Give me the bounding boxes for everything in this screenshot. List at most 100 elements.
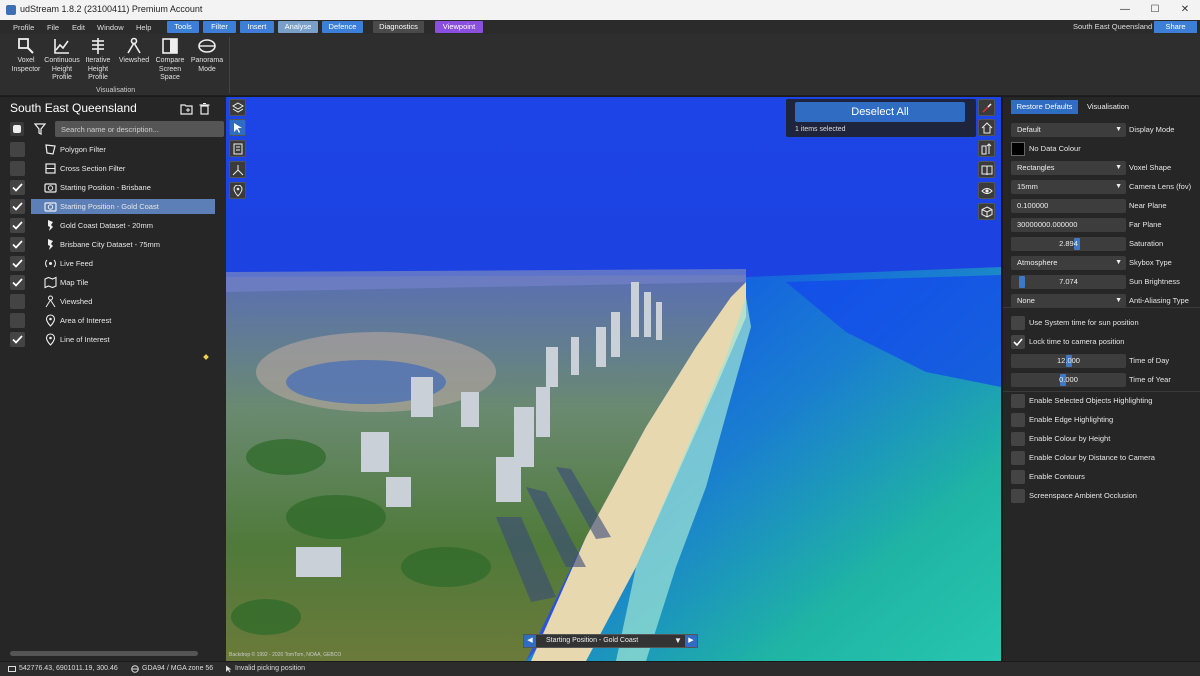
menu-profile[interactable]: Profile [13,22,34,33]
visibility-checkbox[interactable] [10,218,25,233]
scene-item[interactable]: Gold Coast Dataset - 20mm [10,218,216,235]
layers-tool[interactable] [229,99,246,116]
book-tool[interactable] [978,161,995,178]
no-data-colour-swatch[interactable] [1011,142,1025,156]
deselect-all-button[interactable]: Deselect All [795,102,965,122]
tab-visualisation[interactable]: Visualisation [1083,100,1133,114]
time-of-year-slider[interactable]: 0.000 [1011,373,1126,387]
tab-defence[interactable]: Defence [322,21,363,33]
visibility-checkbox[interactable] [10,332,25,347]
sun-brightness-slider-knob[interactable] [1018,276,1025,288]
tab-insert[interactable]: Insert [240,21,274,33]
viewshed-icon [45,295,56,308]
sun-brightness-slider[interactable]: 7.074 [1011,275,1126,289]
display-mode-select[interactable]: Default ▼ [1011,123,1126,137]
render-option-checkbox[interactable] [1011,451,1025,465]
horizontal-scrollbar[interactable] [10,651,198,656]
menu-help[interactable]: Help [136,22,151,33]
visibility-tool[interactable] [978,182,995,199]
paint-tool[interactable] [978,99,995,116]
viewpoint-selector[interactable]: ◀ Starting Position - Gold Coast ▼ ▶ [523,634,698,648]
scene-item[interactable]: Brisbane City Dataset - 75mm [10,237,216,254]
scene-item[interactable]: Starting Position - Gold Coast [10,199,216,216]
tab-viewpoint[interactable]: Viewpoint [435,21,483,33]
previous-viewpoint-button[interactable]: ◀ [524,635,536,647]
next-viewpoint-button[interactable]: ▶ [685,635,697,647]
scene-item[interactable]: Viewshed [10,294,216,311]
3d-viewport[interactable]: Deselect All 1 items selected Backdrop ©… [226,97,1001,661]
menu-edit[interactable]: Edit [72,22,85,33]
app-logo-icon [6,5,16,15]
visibility-checkbox[interactable] [10,275,25,290]
voxel-inspector-button[interactable]: Voxel Inspector [8,37,44,74]
chevron-down-icon[interactable]: ▼ [674,636,682,645]
continuous-height-profile-button[interactable]: Continuous Height Profile [44,37,80,83]
scene-item[interactable]: Starting Position - Brisbane [10,180,216,197]
compare-screen-space-button[interactable]: Compare Screen Space [152,37,188,83]
filter-icon[interactable] [34,122,46,136]
visibility-checkbox[interactable] [10,256,25,271]
select-all-checkbox[interactable] [10,122,24,136]
saturation-slider[interactable]: 2.894 [1011,237,1126,251]
close-button[interactable]: ✕ [1170,2,1200,18]
dataset-icon [48,220,53,231]
tab-tools[interactable]: Tools [167,21,199,33]
minimize-button[interactable]: — [1110,2,1140,18]
tab-analyse[interactable]: Analyse [278,21,318,33]
sun-brightness-label: Sun Brightness [1129,277,1180,286]
system-time-checkbox[interactable] [1011,316,1025,330]
no-data-colour-label: No Data Colour [1029,144,1081,153]
search-input[interactable] [55,121,224,137]
menu-file[interactable]: File [47,22,59,33]
viewshed-button[interactable]: Viewshed [116,37,152,66]
lock-time-checkbox[interactable] [1011,335,1025,349]
panorama-mode-button[interactable]: Panorama Mode [189,37,225,74]
visibility-checkbox[interactable] [10,237,25,252]
share-scene-button[interactable]: Share Scene [1154,21,1197,43]
measure-tool[interactable] [229,161,246,178]
visibility-checkbox[interactable] [10,142,25,157]
home-tool[interactable] [978,119,995,136]
scene-item[interactable]: Line of Interest [10,332,216,349]
add-folder-icon[interactable] [180,102,193,115]
render-option-checkbox[interactable] [1011,432,1025,446]
render-option-checkbox[interactable] [1011,413,1025,427]
render-option-checkbox[interactable] [1011,394,1025,408]
chevron-down-icon: ▼ [1115,297,1122,304]
bookmark-tool[interactable] [978,203,995,220]
orientation-tool[interactable] [978,140,995,157]
saturation-row: 2.894 Saturation [1011,237,1197,252]
scene-item[interactable]: Map Tile [10,275,216,292]
check-icon [12,202,23,211]
visibility-checkbox[interactable] [10,199,25,214]
menu-window[interactable]: Window [97,22,124,33]
visibility-checkbox[interactable] [10,313,25,328]
selected-count: 1 items selected [795,126,846,133]
render-option-checkbox[interactable] [1011,489,1025,503]
visibility-checkbox[interactable] [10,180,25,195]
antialiasing-value: None [1017,296,1035,305]
restore-defaults-button[interactable]: Restore Defaults [1011,100,1078,114]
antialiasing-select[interactable]: None ▼ [1011,294,1126,308]
near-plane-input[interactable]: 0.100000 [1011,199,1126,213]
tab-diagnostics[interactable]: Diagnostics [373,21,424,33]
camera-lens-select[interactable]: 15mm ▼ [1011,180,1126,194]
visibility-checkbox[interactable] [10,161,25,176]
place-tool[interactable] [229,182,246,199]
far-plane-input[interactable]: 30000000.000000 [1011,218,1126,232]
render-option-checkbox[interactable] [1011,470,1025,484]
visibility-checkbox[interactable] [10,294,25,309]
annotate-tool[interactable] [229,140,246,157]
time-of-day-slider[interactable]: 12.000 [1011,354,1126,368]
maximize-button[interactable]: ☐ [1140,2,1170,18]
scene-item[interactable]: Cross Section Filter [10,161,216,178]
iterative-height-profile-button[interactable]: Iterative Height Profile [80,37,116,83]
trash-icon[interactable] [198,102,211,115]
scene-item[interactable]: Live Feed [10,256,216,273]
voxel-shape-select[interactable]: Rectangles ▼ [1011,161,1126,175]
scene-item[interactable]: Polygon Filter [10,142,216,159]
select-tool[interactable] [229,119,246,136]
scene-item[interactable]: Area of Interest [10,313,216,330]
skybox-select[interactable]: Atmosphere ▼ [1011,256,1126,270]
tab-filter[interactable]: Filter [203,21,236,33]
